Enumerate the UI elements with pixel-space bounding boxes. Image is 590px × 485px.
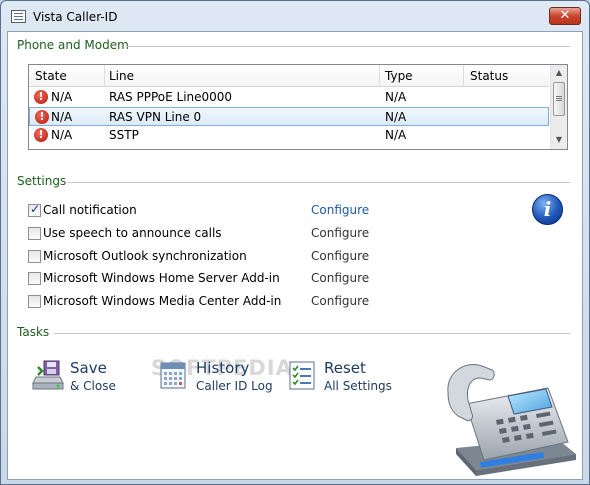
scroll-up-icon[interactable]: ▲ (553, 66, 565, 80)
telephone-icon (447, 364, 576, 476)
save-subtitle: & Close (70, 379, 116, 393)
column-separator[interactable] (463, 65, 464, 86)
checklist-icon (289, 361, 315, 390)
reset-title: Reset (324, 359, 366, 377)
setting-speech: Use speech to announce calls Configure (28, 225, 548, 243)
setting-label[interactable]: Call notification (43, 203, 137, 217)
configure-link[interactable]: Configure (311, 271, 369, 285)
column-separator[interactable] (104, 65, 105, 86)
section-divider (126, 46, 570, 47)
tasks-section-title: Tasks (17, 325, 50, 339)
reset-button[interactable]: Reset All Settings (286, 357, 406, 397)
table-row[interactable]: ! N/A RAS PPPoE Line0000 N/A (29, 88, 549, 107)
setting-label[interactable]: Microsoft Outlook synchronization (43, 249, 247, 263)
row-state: N/A (51, 110, 73, 124)
history-title: History (196, 359, 250, 377)
column-header-state[interactable]: State (35, 69, 67, 83)
setting-outlook-sync: Microsoft Outlook synchronization Config… (28, 248, 548, 266)
phone-modem-section-title: Phone and Modem (17, 38, 129, 52)
scrollbar-thumb[interactable] (553, 82, 565, 116)
configure-link[interactable]: Configure (311, 249, 369, 263)
row-type: N/A (385, 128, 407, 142)
close-button[interactable]: ✕ (549, 7, 581, 25)
calendar-icon (160, 362, 186, 389)
configure-link[interactable]: Configure (311, 226, 369, 240)
row-line: SSTP (109, 128, 139, 142)
title-bar[interactable]: Vista Caller-ID ✕ (1, 1, 589, 31)
app-window: Vista Caller-ID ✕ Phone and Modem State … (0, 0, 590, 485)
row-line: RAS PPPoE Line0000 (109, 90, 233, 104)
settings-section-title: Settings (17, 174, 67, 188)
column-header-type[interactable]: Type (385, 69, 413, 83)
history-button[interactable]: History Caller ID Log (158, 357, 288, 397)
column-header-status[interactable]: Status (470, 69, 508, 83)
column-header-line[interactable]: Line (109, 69, 134, 83)
app-icon (11, 10, 26, 23)
row-line: RAS VPN Line 0 (109, 110, 202, 124)
table-row[interactable]: ! N/A SSTP N/A (29, 126, 549, 145)
table-row[interactable]: ! N/A RAS VPN Line 0 N/A (29, 107, 549, 126)
lines-list[interactable]: State Line Type Status ! N/A RAS PPPoE L… (28, 64, 568, 150)
row-type: N/A (385, 110, 407, 124)
call-notification-checkbox[interactable] (28, 202, 41, 217)
setting-call-notification: Call notification Configure (28, 202, 548, 220)
section-divider (68, 182, 570, 183)
client-area: Phone and Modem State Line Type Status !… (7, 31, 583, 480)
home-server-checkbox[interactable] (28, 272, 41, 285)
error-icon: ! (34, 128, 48, 142)
history-subtitle: Caller ID Log (196, 379, 273, 393)
window-title: Vista Caller-ID (33, 10, 118, 24)
error-icon: ! (34, 90, 48, 104)
setting-label[interactable]: Use speech to announce calls (43, 226, 222, 240)
outlook-sync-checkbox[interactable] (28, 250, 41, 263)
section-divider (54, 333, 570, 334)
scroll-down-icon[interactable]: ▼ (553, 133, 565, 147)
row-state: N/A (51, 90, 73, 104)
list-header: State Line Type Status (29, 65, 549, 87)
error-icon: ! (35, 110, 49, 124)
configure-link[interactable]: Configure (311, 294, 369, 308)
setting-label[interactable]: Microsoft Windows Home Server Add-in (43, 271, 280, 285)
save-drive-icon (32, 360, 64, 390)
setting-label[interactable]: Microsoft Windows Media Center Add-in (43, 294, 281, 308)
info-icon[interactable]: i (532, 194, 563, 225)
reset-subtitle: All Settings (324, 379, 392, 393)
vertical-scrollbar[interactable]: ▲ ▼ (550, 65, 567, 149)
save-title: Save (70, 359, 107, 377)
configure-link[interactable]: Configure (311, 203, 369, 217)
setting-media-center: Microsoft Windows Media Center Add-in Co… (28, 293, 548, 311)
column-separator[interactable] (379, 65, 380, 86)
speech-checkbox[interactable] (28, 227, 41, 240)
row-type: N/A (385, 90, 407, 104)
row-state: N/A (51, 128, 73, 142)
media-center-checkbox[interactable] (28, 295, 41, 308)
setting-home-server: Microsoft Windows Home Server Add-in Con… (28, 270, 548, 288)
save-close-button[interactable]: Save & Close (32, 357, 142, 397)
